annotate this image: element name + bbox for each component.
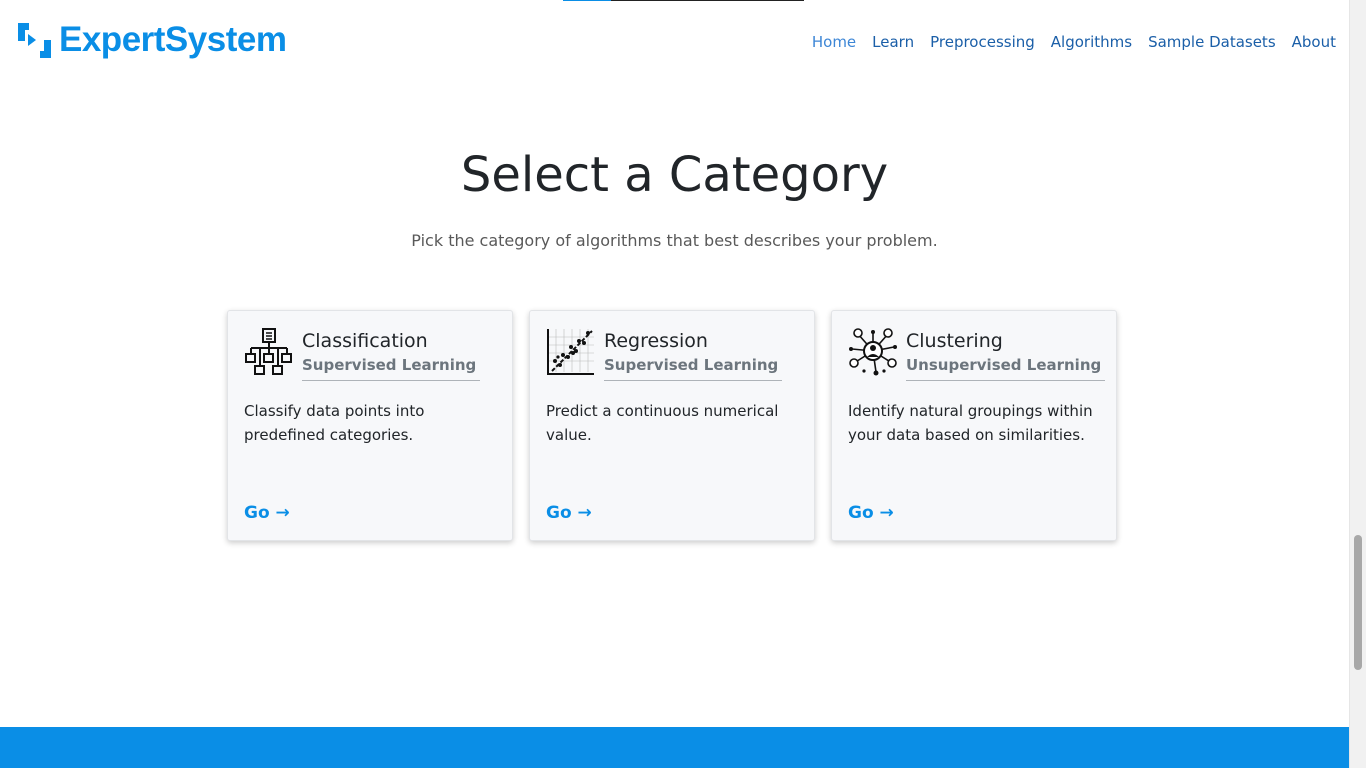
nav-link-algorithms[interactable]: Algorithms bbox=[1043, 31, 1140, 53]
category-card-clustering: Clustering Unsupervised Learning Identif… bbox=[831, 310, 1117, 541]
card-go-link[interactable]: Go → bbox=[546, 501, 592, 525]
card-subtitle: Supervised Learning bbox=[302, 356, 477, 374]
card-title: Classification bbox=[302, 330, 428, 352]
nav-link-learn[interactable]: Learn bbox=[864, 31, 922, 53]
card-description: Predict a continuous numerical value. bbox=[546, 402, 779, 444]
card-go-link[interactable]: Go → bbox=[848, 501, 894, 525]
nav-link-preprocessing[interactable]: Preprocessing bbox=[922, 31, 1043, 53]
card-subtitle: Supervised Learning bbox=[604, 356, 779, 374]
nav-link-home[interactable]: Home bbox=[804, 31, 864, 53]
footer bbox=[0, 727, 1349, 768]
page: ExpertSystem Home Learn Preprocessing Al… bbox=[0, 0, 1349, 768]
card-titles: Clustering Unsupervised Learning bbox=[906, 327, 1106, 381]
card-titles: Regression Supervised Learning bbox=[604, 327, 783, 381]
category-card-classification: Classification Supervised Learning Class… bbox=[227, 310, 513, 541]
card-header: Regression Supervised Learning bbox=[546, 327, 783, 381]
network-cluster-icon bbox=[849, 328, 897, 376]
category-card-regression: Regression Supervised Learning Predict a… bbox=[529, 310, 815, 541]
navbar: ExpertSystem Home Learn Preprocessing Al… bbox=[0, 0, 1349, 82]
category-cards: Classification Supervised Learning Class… bbox=[227, 310, 1117, 541]
brand-name: ExpertSystem bbox=[59, 20, 287, 59]
card-title: Clustering bbox=[906, 330, 1003, 352]
card-description: Identify natural groupings within your d… bbox=[848, 402, 1093, 444]
main-nav: Home Learn Preprocessing Algorithms Samp… bbox=[804, 31, 1336, 53]
brand-link[interactable]: ExpertSystem bbox=[16, 20, 287, 60]
nav-link-sample-datasets[interactable]: Sample Datasets bbox=[1140, 31, 1284, 53]
page-subtitle: Pick the category of algorithms that bes… bbox=[411, 231, 938, 250]
scatter-regression-icon bbox=[547, 329, 594, 375]
card-title: Regression bbox=[604, 330, 708, 352]
page-scrollbar[interactable] bbox=[1349, 0, 1366, 768]
card-header: Clustering Unsupervised Learning bbox=[848, 327, 1106, 381]
page-title: Select a Category bbox=[460, 147, 889, 203]
card-description: Classify data points into predefined cat… bbox=[244, 402, 425, 444]
nav-link-about[interactable]: About bbox=[1284, 31, 1336, 53]
hierarchy-icon bbox=[245, 328, 292, 375]
scrollbar-thumb[interactable] bbox=[1354, 535, 1362, 670]
expertsystem-logo-icon bbox=[18, 22, 51, 58]
card-go-link[interactable]: Go → bbox=[244, 501, 290, 525]
card-subtitle: Unsupervised Learning bbox=[906, 356, 1102, 374]
card-header: Classification Supervised Learning bbox=[244, 327, 481, 381]
card-titles: Classification Supervised Learning bbox=[302, 327, 481, 381]
